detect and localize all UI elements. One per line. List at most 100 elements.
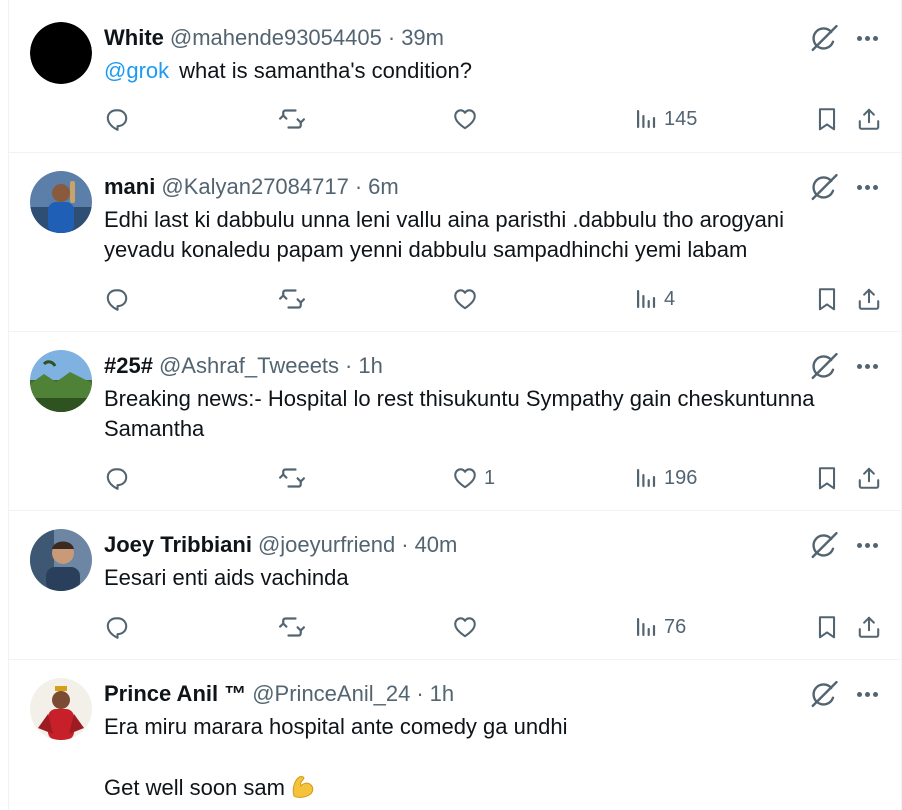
user-handle[interactable]: @mahende93054405 xyxy=(170,25,382,51)
action-bar: 1 196 xyxy=(104,462,884,494)
user-handle[interactable]: @Kalyan27084717 xyxy=(161,174,348,200)
like-icon xyxy=(452,286,478,312)
like-icon xyxy=(452,465,478,491)
bookmark-button[interactable] xyxy=(814,611,840,643)
share-icon xyxy=(856,614,882,640)
user-handle[interactable]: @PrinceAnil_24 xyxy=(252,681,410,707)
user-handle[interactable]: @joeyurfriend xyxy=(258,532,395,558)
landscape-avatar xyxy=(30,350,92,412)
reply-button[interactable] xyxy=(104,611,130,643)
more-icon[interactable] xyxy=(852,679,882,709)
retweet-button[interactable] xyxy=(278,611,306,643)
view-count: 196 xyxy=(664,466,698,489)
reply-icon xyxy=(104,286,130,312)
retweet-button[interactable] xyxy=(278,462,306,494)
tweet-header: Prince Anil ™ @PrinceAnil_24 · 1h xyxy=(104,679,823,709)
retweet-button[interactable] xyxy=(278,283,306,315)
separator-dot: · xyxy=(354,174,363,199)
like-icon xyxy=(452,106,478,132)
reply-button[interactable] xyxy=(104,283,130,315)
bookmark-button[interactable] xyxy=(814,103,840,135)
display-name[interactable]: Joey Tribbiani xyxy=(104,532,252,558)
grok-icon[interactable] xyxy=(809,530,839,560)
retweet-button[interactable] xyxy=(278,103,306,135)
cricketer-avatar xyxy=(30,171,92,233)
views-button[interactable]: 4 xyxy=(634,283,675,315)
more-icon[interactable] xyxy=(852,23,882,53)
display-name[interactable]: White xyxy=(104,25,164,51)
share-icon xyxy=(856,465,882,491)
views-button[interactable]: 145 xyxy=(634,103,697,135)
timestamp[interactable]: 1h xyxy=(358,353,382,379)
tweet-header: #25# @Ashraf_Tweeets · 1h xyxy=(104,351,823,381)
avatar[interactable] xyxy=(30,678,92,740)
timestamp[interactable]: 39m xyxy=(401,25,444,51)
views-button[interactable]: 76 xyxy=(634,611,686,643)
tweet-header: mani @Kalyan27084717 · 6m xyxy=(104,172,823,202)
tweet-4[interactable]: Joey Tribbiani @joeyurfriend · 40m Eesar… xyxy=(9,511,901,660)
share-button[interactable] xyxy=(856,103,882,135)
tweet-text: @grok what is samantha's condition? xyxy=(104,56,873,86)
separator-dot: · xyxy=(401,532,409,557)
grok-icon[interactable] xyxy=(809,679,839,709)
views-button[interactable]: 196 xyxy=(634,462,697,494)
more-icon[interactable] xyxy=(852,530,882,560)
retweet-icon xyxy=(278,464,306,492)
view-count: 4 xyxy=(664,287,676,310)
tweet-line: yevadu konaledu papam yenni dabbulu samp… xyxy=(104,237,748,262)
tweet-line: Era miru marara hospital ante comedy ga … xyxy=(104,714,568,739)
share-icon xyxy=(856,286,882,312)
like-button[interactable] xyxy=(452,103,484,135)
mention-link[interactable]: @grok xyxy=(104,58,169,83)
reply-button[interactable] xyxy=(104,462,130,494)
grok-icon[interactable] xyxy=(809,351,839,381)
display-name[interactable]: Prince Anil ™ xyxy=(104,681,246,707)
reply-button[interactable] xyxy=(104,103,130,135)
timestamp[interactable]: 6m xyxy=(368,174,399,200)
share-button[interactable] xyxy=(856,462,882,494)
like-button[interactable] xyxy=(452,283,484,315)
reply-feed: White @mahende93054405 · 39m @grok what i… xyxy=(8,0,902,810)
view-count: 145 xyxy=(664,107,698,130)
action-bar: 145 xyxy=(104,103,884,135)
reply-icon xyxy=(104,465,130,491)
tweet-3[interactable]: #25# @Ashraf_Tweeets · 1h Breaking news:… xyxy=(9,332,901,511)
display-name[interactable]: #25# xyxy=(104,353,153,379)
display-name[interactable]: mani xyxy=(104,174,155,200)
tweet-line: what is samantha's condition? xyxy=(179,58,472,83)
retweet-icon xyxy=(278,105,306,133)
bookmark-icon xyxy=(814,106,840,132)
more-icon[interactable] xyxy=(852,351,882,381)
bookmark-button[interactable] xyxy=(814,462,840,494)
grok-icon[interactable] xyxy=(809,172,839,202)
bookmark-button[interactable] xyxy=(814,283,840,315)
user-handle[interactable]: @Ashraf_Tweeets xyxy=(159,353,339,379)
tweet-header: White @mahende93054405 · 39m xyxy=(104,23,823,53)
like-button[interactable] xyxy=(452,611,484,643)
tweet-2[interactable]: mani @Kalyan27084717 · 6m Edhi last ki d… xyxy=(9,153,901,332)
grok-icon[interactable] xyxy=(809,23,839,53)
more-icon[interactable] xyxy=(852,172,882,202)
avatar[interactable] xyxy=(30,350,92,412)
share-button[interactable] xyxy=(856,283,882,315)
bookmark-icon xyxy=(814,614,840,640)
tweet-line: Get well soon sam xyxy=(104,775,285,800)
separator-dot: · xyxy=(416,681,424,706)
like-button[interactable]: 1 xyxy=(452,462,495,494)
share-button[interactable] xyxy=(856,611,882,643)
timestamp[interactable]: 40m xyxy=(415,532,458,558)
bookmark-icon xyxy=(814,465,840,491)
red-jersey-avatar xyxy=(30,678,92,740)
tweet-text: Edhi last ki dabbulu unna leni vallu ain… xyxy=(104,205,873,265)
timestamp[interactable]: 1h xyxy=(430,681,454,707)
separator-dot: · xyxy=(387,25,396,50)
tweet-5[interactable]: Prince Anil ™ @PrinceAnil_24 · 1h Era mi… xyxy=(9,660,901,810)
black-circle-avatar xyxy=(30,22,92,84)
avatar[interactable] xyxy=(30,171,92,233)
view-count: 76 xyxy=(664,615,687,638)
tweet-1[interactable]: White @mahende93054405 · 39m @grok what i… xyxy=(9,0,901,153)
avatar[interactable] xyxy=(30,529,92,591)
retweet-icon xyxy=(278,285,306,313)
tweet-line: Breaking news:- Hospital lo rest thisuku… xyxy=(104,386,815,411)
avatar[interactable] xyxy=(30,22,92,84)
